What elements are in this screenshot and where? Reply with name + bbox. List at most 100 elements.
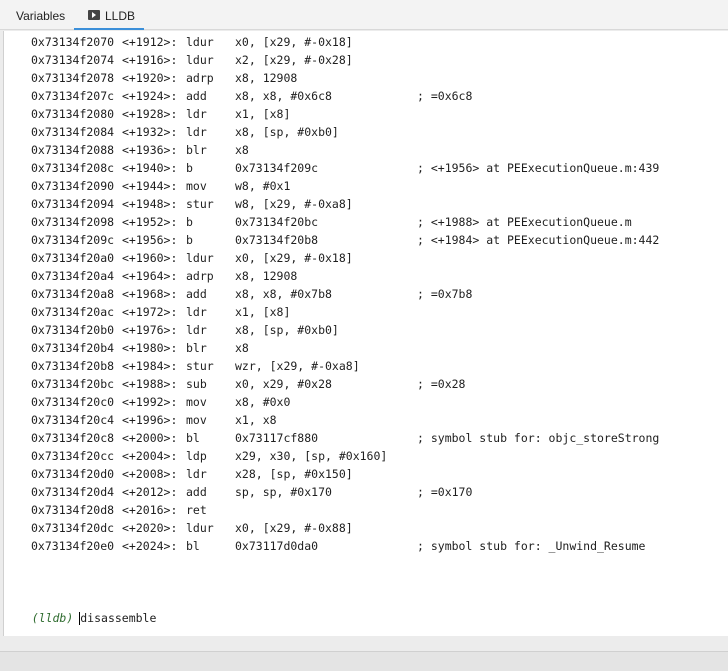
line-offset: <+1968>: — [122, 287, 178, 301]
line-mnemonic: ldr — [186, 467, 207, 481]
line-operands: wzr, [x29, #-0xa8] — [235, 359, 360, 373]
line-operands: x0, [x29, #-0x18] — [235, 251, 353, 265]
line-offset: <+2012>: — [122, 485, 178, 499]
terminal-icon — [88, 9, 100, 20]
line-address: 0x73134f2090 — [31, 179, 115, 193]
line-operands: sp, sp, #0x170 — [235, 485, 332, 499]
line-address: 0x73134f20c4 — [31, 413, 115, 427]
line-comment: ; symbol stub for: _Unwind_Resume — [417, 539, 646, 553]
line-mnemonic: blr — [186, 143, 207, 157]
line-address: 0x73134f2078 — [31, 71, 115, 85]
lldb-prompt: (lldb) — [31, 611, 74, 625]
line-mnemonic: adrp — [186, 71, 214, 85]
line-mnemonic: bl — [186, 539, 200, 553]
line-offset: <+1956>: — [122, 233, 178, 247]
line-address: 0x73134f2088 — [31, 143, 115, 157]
line-address: 0x73134f20dc — [31, 521, 115, 535]
line-address: 0x73134f20b4 — [31, 341, 115, 355]
line-address: 0x73134f2070 — [31, 35, 115, 49]
line-operands: x8 — [235, 341, 249, 355]
line-offset: <+1996>: — [122, 413, 178, 427]
line-mnemonic: ldr — [186, 125, 207, 139]
line-comment: ; symbol stub for: objc_storeStrong — [417, 431, 660, 445]
status-bar — [0, 651, 728, 671]
tab-lldb[interactable]: LLDB — [88, 0, 135, 30]
command-input[interactable]: disassemble — [80, 611, 156, 625]
line-offset: <+2004>: — [122, 449, 178, 463]
line-operands: 0x73134f209c — [235, 161, 319, 175]
line-address: 0x73134f2074 — [31, 53, 115, 67]
line-address: 0x73134f20d8 — [31, 503, 115, 517]
line-operands: x2, [x29, #-0x28] — [235, 53, 353, 67]
line-operands: x8, x8, #0x6c8 — [235, 89, 332, 103]
line-offset: <+1988>: — [122, 377, 178, 391]
line-offset: <+1932>: — [122, 125, 178, 139]
line-comment: ; =0x7b8 — [417, 287, 473, 301]
line-address: 0x73134f2080 — [31, 107, 115, 121]
line-address: 0x73134f2094 — [31, 197, 115, 211]
line-comment: ; <+1988> at PEExecutionQueue.m — [417, 215, 632, 229]
line-mnemonic: mov — [186, 413, 207, 427]
line-offset: <+2008>: — [122, 467, 178, 481]
active-tab-indicator — [74, 28, 144, 30]
line-address: 0x73134f20ac — [31, 305, 115, 319]
line-mnemonic: mov — [186, 179, 207, 193]
lldb-console[interactable]: 0x73134f2070 <+1912>: ldur x0, [x29, #-0x18… — [3, 31, 728, 636]
line-offset: <+1980>: — [122, 341, 178, 355]
line-operands: x29, x30, [sp, #0x160] — [235, 449, 388, 463]
line-operands: x8, [sp, #0xb0] — [235, 125, 339, 139]
tab-variables[interactable]: Variables — [16, 0, 65, 30]
line-mnemonic: b — [186, 233, 193, 247]
line-comment: ; =0x170 — [417, 485, 473, 499]
line-mnemonic: add — [186, 485, 207, 499]
line-mnemonic: mov — [186, 395, 207, 409]
line-mnemonic: ldur — [186, 35, 214, 49]
line-address: 0x73134f20b8 — [31, 359, 115, 373]
line-offset: <+1964>: — [122, 269, 178, 283]
line-operands: 0x73117cf880 — [235, 431, 319, 445]
line-operands: x8, [sp, #0xb0] — [235, 323, 339, 337]
line-address: 0x73134f20cc — [31, 449, 115, 463]
line-address: 0x73134f2084 — [31, 125, 115, 139]
line-mnemonic: bl — [186, 431, 200, 445]
line-offset: <+1920>: — [122, 71, 178, 85]
line-mnemonic: ldr — [186, 107, 207, 121]
line-address: 0x73134f20c0 — [31, 395, 115, 409]
line-offset: <+1960>: — [122, 251, 178, 265]
line-operands: x0, [x29, #-0x88] — [235, 521, 353, 535]
line-mnemonic: ret — [186, 503, 207, 517]
line-address: 0x73134f20d4 — [31, 485, 115, 499]
line-offset: <+1936>: — [122, 143, 178, 157]
line-operands: w8, #0x1 — [235, 179, 291, 193]
line-operands: x8, 12908 — [235, 71, 298, 85]
line-address: 0x73134f20d0 — [31, 467, 115, 481]
line-address: 0x73134f209c — [31, 233, 115, 247]
line-offset: <+1972>: — [122, 305, 178, 319]
line-operands: 0x73117d0da0 — [235, 539, 319, 553]
line-address: 0x73134f2098 — [31, 215, 115, 229]
line-operands: x8, 12908 — [235, 269, 298, 283]
line-offset: <+2020>: — [122, 521, 178, 535]
line-operands: x1, x8 — [235, 413, 277, 427]
line-operands: x1, [x8] — [235, 305, 291, 319]
line-offset: <+2016>: — [122, 503, 178, 517]
line-address: 0x73134f20bc — [31, 377, 115, 391]
line-offset: <+1952>: — [122, 215, 178, 229]
prompt-line[interactable]: (lldb) disassemble — [4, 591, 156, 625]
line-operands: x0, [x29, #-0x18] — [235, 35, 353, 49]
line-operands: w8, [x29, #-0xa8] — [235, 197, 353, 211]
line-offset: <+1928>: — [122, 107, 178, 121]
line-address: 0x73134f20b0 — [31, 323, 115, 337]
line-operands: x28, [sp, #0x150] — [235, 467, 353, 481]
line-comment: ; <+1956> at PEExecutionQueue.m:439 — [417, 161, 660, 175]
tab-bar: Variables LLDB — [0, 0, 728, 30]
line-mnemonic: ldp — [186, 449, 207, 463]
line-offset: <+1940>: — [122, 161, 178, 175]
line-operands: x1, [x8] — [235, 107, 291, 121]
line-address: 0x73134f207c — [31, 89, 115, 103]
line-mnemonic: stur — [186, 197, 214, 211]
line-mnemonic: stur — [186, 359, 214, 373]
line-mnemonic: ldr — [186, 305, 207, 319]
line-offset: <+1916>: — [122, 53, 178, 67]
line-mnemonic: ldur — [186, 251, 214, 265]
